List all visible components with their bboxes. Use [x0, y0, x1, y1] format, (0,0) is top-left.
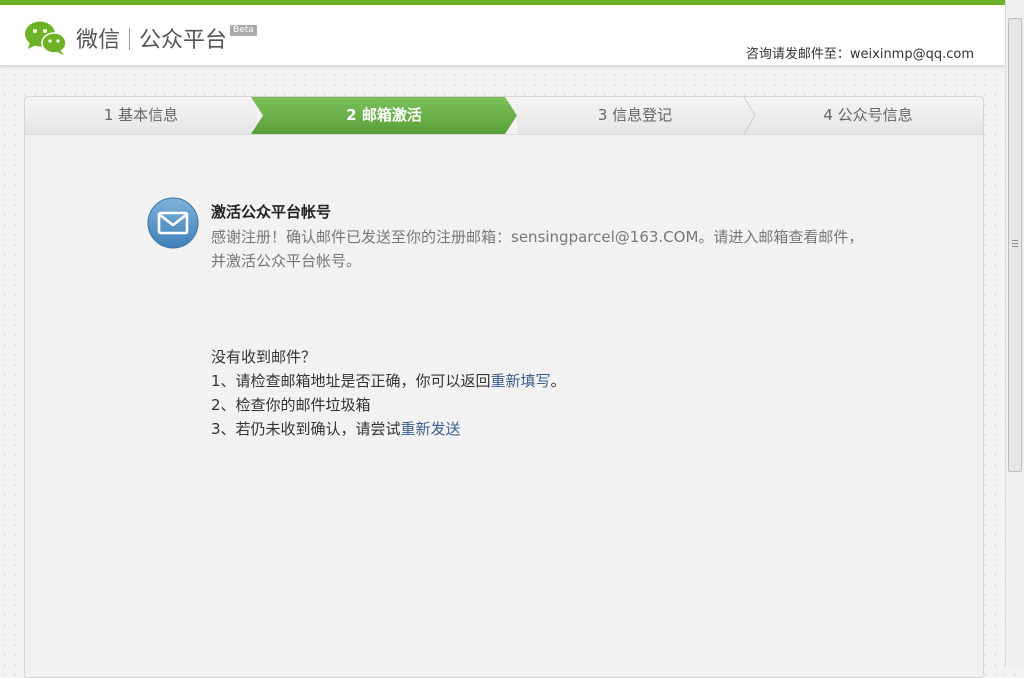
brand-title: 微信 公众平台 Beta — [76, 22, 257, 54]
step-progress: 1 基本信息 3 信息登记 4 公众号信息 2 邮箱激活 — [25, 97, 983, 135]
activation-description: 感谢注册！确认邮件已发送至你的注册邮箱：sensingparcel@163.CO… — [211, 225, 871, 273]
contact-info: 咨询请发邮件至：weixinmp@qq.com — [746, 43, 974, 62]
refill-link[interactable]: 重新填写 — [491, 372, 551, 390]
registered-email: sensingparcel@163.COM — [511, 228, 699, 246]
help-line-1-text: 1、请检查邮箱地址是否正确，你可以返回 — [211, 372, 491, 390]
help-title: 没有收到邮件？ — [211, 348, 317, 366]
help-line-1: 1、请检查邮箱地址是否正确，你可以返回重新填写。 — [211, 369, 566, 393]
step-basic-info: 1 基本信息 — [25, 97, 257, 134]
activation-desc-prefix: 感谢注册！确认邮件已发送至你的注册邮箱： — [211, 228, 512, 246]
scrollbar-grip-icon — [1012, 246, 1018, 247]
site-header: 微信 公众平台 Beta 咨询请发邮件至：weixinmp@qq.com — [0, 5, 1006, 66]
step-account-info: 4 公众号信息 — [753, 97, 983, 134]
help-section: 没有收到邮件？ 1、请检查邮箱地址是否正确，你可以返回重新填写。 2、检查你的邮… — [211, 345, 566, 441]
activation-title: 激活公众平台帐号 — [211, 203, 332, 221]
contact-label: 咨询请发邮件至： — [745, 47, 850, 62]
scrollbar-grip-icon — [1012, 243, 1018, 244]
mail-envelope-icon — [147, 197, 199, 249]
contact-email: weixinmp@qq.com — [849, 47, 974, 62]
help-line-1-end: 。 — [550, 372, 566, 390]
step-info-register: 3 信息登记 — [517, 97, 753, 134]
scrollbar-thumb[interactable] — [1008, 18, 1022, 472]
help-line-2: 2、检查你的邮件垃圾箱 — [211, 396, 371, 414]
resend-link[interactable]: 重新发送 — [401, 420, 461, 438]
help-line-3-text: 3、若仍未收到确认，请尝试 — [211, 420, 401, 438]
help-line-3: 3、若仍未收到确认，请尝试重新发送 — [211, 417, 566, 441]
registration-panel: 1 基本信息 3 信息登记 4 公众号信息 2 邮箱激活 激活公众平台帐号 感谢… — [24, 96, 984, 678]
beta-badge: Beta — [230, 25, 257, 36]
vertical-scrollbar[interactable] — [1005, 0, 1024, 667]
brand-secondary: 公众平台 — [139, 28, 228, 53]
step-email-activation: 2 邮箱激活 — [251, 97, 517, 134]
brand-primary: 微信 — [76, 28, 121, 53]
scrollbar-grip-icon — [1012, 240, 1018, 241]
brand-divider — [129, 28, 131, 50]
step-separator-arrow-icon — [743, 97, 756, 134]
wechat-logo-icon[interactable] — [24, 20, 68, 56]
